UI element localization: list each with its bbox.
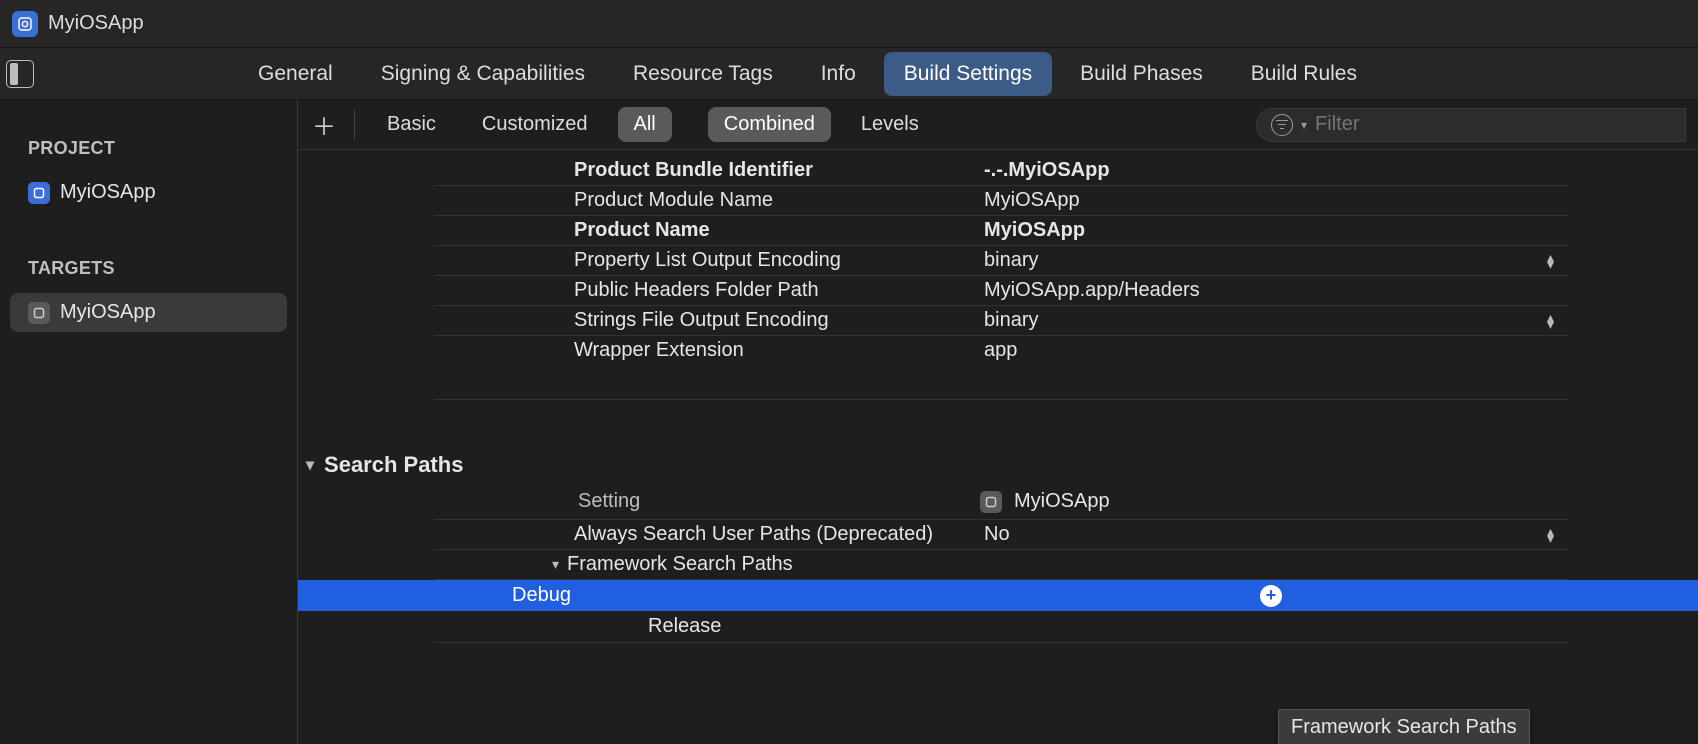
setting-key: Product Name <box>434 219 974 242</box>
filter-input[interactable] <box>1315 113 1671 136</box>
chevron-down-icon[interactable]: ▾ <box>306 455 314 475</box>
view-levels[interactable]: Levels <box>845 107 935 142</box>
tab-signing[interactable]: Signing & Capabilities <box>361 52 605 96</box>
setting-row[interactable]: Product Bundle Identifier -.-.MyiOSApp <box>434 156 1568 186</box>
setting-row[interactable]: Property List Output Encoding binary ▴▾ <box>434 246 1568 276</box>
view-combined[interactable]: Combined <box>708 107 831 142</box>
setting-key: Wrapper Extension <box>434 339 974 362</box>
setting-row[interactable]: Product Module Name MyiOSApp <box>434 186 1568 216</box>
sidebar-target-label: MyiOSApp <box>60 301 156 324</box>
scope-all[interactable]: All <box>618 107 672 142</box>
tab-build-phases[interactable]: Build Phases <box>1060 52 1223 96</box>
setting-row-debug[interactable]: Debug + <box>298 580 1698 611</box>
column-setting: Setting <box>434 490 974 513</box>
settings-scroll[interactable]: Product Bundle Identifier -.-.MyiOSApp P… <box>298 150 1698 744</box>
project-sidebar: PROJECT MyiOSApp TARGETS MyiOSApp <box>0 100 298 744</box>
project-icon <box>28 182 50 204</box>
tab-build-rules[interactable]: Build Rules <box>1231 52 1377 96</box>
tooltip-text: Framework Search Paths <box>1291 716 1517 738</box>
setting-row[interactable]: Strings File Output Encoding binary ▴▾ <box>434 306 1568 336</box>
section-divider <box>434 399 1568 400</box>
target-icon <box>28 302 50 324</box>
setting-value[interactable]: No <box>974 523 1568 546</box>
setting-value[interactable]: app <box>974 339 1568 362</box>
chevron-down-icon[interactable]: ▾ <box>552 556 559 573</box>
setting-key: Debug <box>298 584 838 607</box>
app-icon <box>12 11 38 37</box>
section-title: Search Paths <box>324 452 463 478</box>
scope-customized[interactable]: Customized <box>466 107 604 142</box>
sidebar-project-label: MyiOSApp <box>60 181 156 204</box>
setting-value[interactable]: MyiOSApp <box>974 189 1568 212</box>
sidebar-toggle-icon[interactable] <box>6 60 34 88</box>
separator <box>354 110 355 140</box>
add-setting-button[interactable]: ＋ <box>310 111 338 139</box>
tab-general[interactable]: General <box>238 52 353 96</box>
setting-value[interactable]: binary <box>974 309 1568 332</box>
target-icon <box>980 491 1002 513</box>
column-target: MyiOSApp <box>1014 490 1110 513</box>
add-icon[interactable]: + <box>1260 585 1282 607</box>
tab-build-settings[interactable]: Build Settings <box>884 52 1052 96</box>
setting-key: Strings File Output Encoding <box>434 309 974 332</box>
filter-field[interactable]: ▾ <box>1256 108 1686 142</box>
sidebar-target-item[interactable]: MyiOSApp <box>10 293 287 332</box>
columns-header: Setting MyiOSApp <box>434 484 1568 520</box>
sidebar-heading-targets: TARGETS <box>0 258 297 293</box>
app-title: MyiOSApp <box>48 12 144 35</box>
filter-icon <box>1271 114 1293 136</box>
setting-value[interactable]: -.-.MyiOSApp <box>974 159 1568 182</box>
setting-value[interactable]: binary <box>974 249 1568 272</box>
titlebar: MyiOSApp <box>0 0 1698 48</box>
setting-key: Always Search User Paths (Deprecated) <box>434 523 974 546</box>
setting-value[interactable]: MyiOSApp.app/Headers <box>974 279 1568 302</box>
setting-key: Framework Search Paths <box>567 553 793 576</box>
setting-row[interactable]: Public Headers Folder Path MyiOSApp.app/… <box>434 276 1568 306</box>
main-pane: ＋ Basic Customized All Combined Levels ▾… <box>298 100 1698 744</box>
build-settings-toolbar: ＋ Basic Customized All Combined Levels ▾ <box>298 100 1698 150</box>
setting-key: Product Bundle Identifier <box>434 159 974 182</box>
scope-basic[interactable]: Basic <box>371 107 452 142</box>
setting-key: Product Module Name <box>434 189 974 212</box>
setting-key: Release <box>434 615 974 638</box>
tab-info[interactable]: Info <box>801 52 876 96</box>
setting-row-framework-paths[interactable]: ▾ Framework Search Paths <box>434 550 1568 580</box>
chevron-down-icon[interactable]: ▾ <box>1301 118 1307 132</box>
editor-tabs: General Signing & Capabilities Resource … <box>0 48 1698 100</box>
sidebar-heading-project: PROJECT <box>0 138 297 173</box>
stepper-icon[interactable]: ▴▾ <box>1547 314 1554 328</box>
setting-key: Property List Output Encoding <box>434 249 974 272</box>
stepper-icon[interactable]: ▴▾ <box>1547 254 1554 268</box>
setting-row[interactable]: Product Name MyiOSApp <box>434 216 1568 246</box>
tooltip: Framework Search Paths <box>1278 709 1530 744</box>
tab-resource-tags[interactable]: Resource Tags <box>613 52 793 96</box>
setting-row[interactable]: Wrapper Extension app <box>434 336 1568 365</box>
packaging-rows: Product Bundle Identifier -.-.MyiOSApp P… <box>434 150 1568 400</box>
section-search-paths[interactable]: ▾ Search Paths <box>306 452 1698 478</box>
sidebar-project-item[interactable]: MyiOSApp <box>10 173 287 212</box>
setting-key: Public Headers Folder Path <box>434 279 974 302</box>
setting-row-always-search[interactable]: Always Search User Paths (Deprecated) No… <box>434 520 1568 550</box>
setting-value[interactable]: MyiOSApp <box>974 219 1568 242</box>
setting-row-release[interactable]: Release <box>434 611 1568 643</box>
stepper-icon[interactable]: ▴▾ <box>1547 528 1554 542</box>
